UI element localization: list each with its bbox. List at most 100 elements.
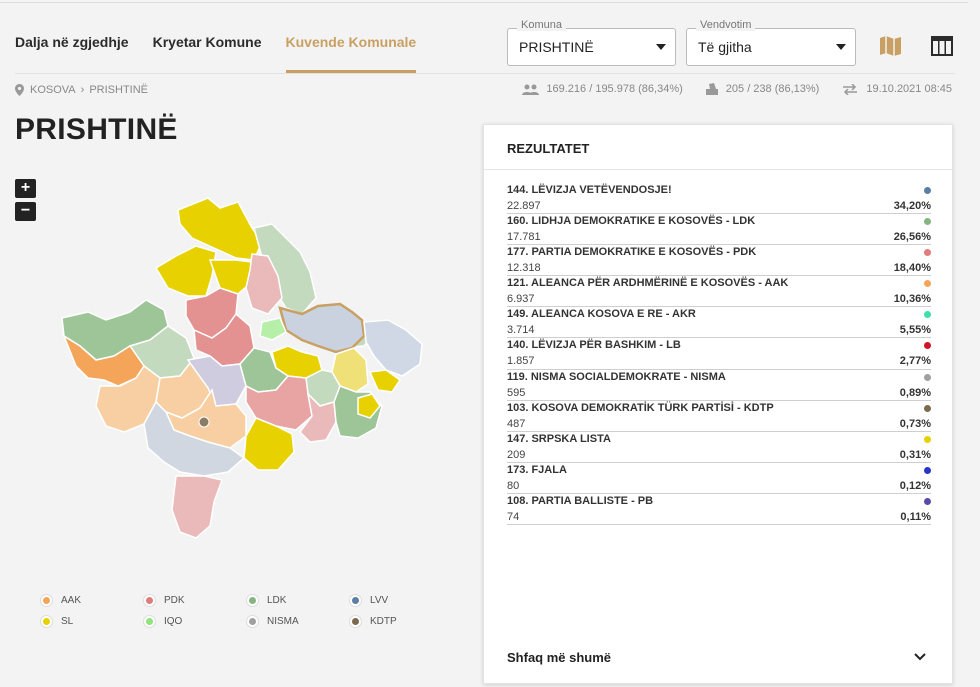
party-votes: 487	[507, 417, 526, 430]
tab-turnout[interactable]: Dalja në zgjedhje	[15, 24, 129, 73]
legend-color-dot	[247, 595, 258, 606]
breadcrumb-municipality: PRISHTINË	[89, 84, 149, 96]
tab-mayor[interactable]: Kryetar Komune	[153, 24, 262, 73]
map-region-lvv[interactable]	[363, 319, 423, 377]
map-view-icon[interactable]	[878, 33, 904, 59]
legend-item: SL	[40, 616, 143, 627]
map-region-sl[interactable]	[154, 245, 217, 297]
stations-stat: 205 / 238 (86,13%)	[705, 83, 819, 95]
vendvotim-select[interactable]: Të gjitha Vendvotim	[686, 19, 856, 66]
party-votes: 17.781	[507, 231, 541, 244]
party-percentage: 0,12%	[899, 479, 931, 492]
turnout-value: 169.216 / 195.978 (86,34%)	[546, 83, 683, 95]
party-name: 108. PARTIA BALLISTE - PB	[507, 494, 654, 507]
page-title: PRISHTINË	[15, 113, 178, 146]
legend-label: LVV	[370, 595, 389, 606]
zoom-in-button[interactable]: +	[15, 179, 36, 198]
show-more-button[interactable]: Shfaq më shumë	[507, 650, 611, 665]
breadcrumb: KOSOVA › PRISHTINË	[15, 84, 153, 96]
people-icon	[522, 84, 540, 95]
main-tabs: Dalja në zgjedhje Kryetar Komune Kuvende…	[15, 24, 440, 73]
legend-color-dot	[350, 595, 361, 606]
result-row[interactable]: 144. LËVIZJA VETËVENDOSJE! 22.897 34,20%	[507, 183, 931, 215]
result-row[interactable]: 140. LËVIZJA PËR BASHKIM - LB 1.857 2,77%	[507, 338, 931, 370]
chevron-right-icon: ›	[80, 84, 85, 96]
sync-arrows-icon	[843, 83, 858, 95]
legend-color-dot	[41, 595, 52, 606]
legend-label: IQO	[164, 616, 183, 627]
results-panel: REZULTATET 144. LËVIZJA VETËVENDOSJE! 22.…	[483, 124, 953, 684]
result-row[interactable]: 160. LIDHJA DEMOKRATIKE E KOSOVËS - LDK 1…	[507, 214, 931, 246]
party-color-dot	[924, 280, 931, 288]
result-row[interactable]: 119. NISMA SOCIALDEMOKRATE - NISMA 595 0,8…	[507, 370, 931, 401]
caret-down-icon	[836, 44, 846, 50]
zoom-out-button[interactable]: −	[15, 202, 36, 221]
legend-item: PDK	[143, 595, 246, 606]
komuna-select-box[interactable]: PRISHTINË	[507, 28, 676, 66]
legend-item: AAK	[40, 595, 143, 606]
party-votes: 3.714	[507, 324, 535, 337]
party-name: 160. LIDHJA DEMOKRATIKE E KOSOVËS - LDK	[507, 215, 756, 228]
party-name: 173. FJALA	[507, 463, 567, 476]
result-row[interactable]: 177. PARTIA DEMOKRATIKE E KOSOVËS - PDK 1…	[507, 245, 931, 277]
header-divider	[15, 73, 955, 74]
result-row[interactable]: 149. ALEANCA KOSOVA E RE - AKR 3.714 5,55%	[507, 307, 931, 339]
party-color-dot	[924, 249, 931, 257]
results-title: REZULTATET	[507, 141, 590, 156]
result-row[interactable]: 103. KOSOVA DEMOKRATİK TÜRK PARTİSİ - KD…	[507, 401, 931, 432]
results-divider	[484, 169, 952, 170]
legend-label: NISMA	[267, 616, 299, 627]
party-name: 177. PARTIA DEMOKRATIKE E KOSOVËS - PDK	[507, 246, 757, 259]
turnout-stat: 169.216 / 195.978 (86,34%)	[522, 83, 683, 95]
party-name: 149. ALEANCA KOSOVA E RE - AKR	[507, 308, 696, 321]
map-region-iqo[interactable]	[259, 317, 287, 341]
result-row[interactable]: 108. PARTIA BALLISTE - PB 74 0,11%	[507, 494, 931, 526]
legend-color-dot	[144, 595, 155, 606]
result-row[interactable]: 147. SRPSKA LISTA 209 0,31%	[507, 432, 931, 463]
komuna-select-value: PRISHTINË	[519, 39, 594, 55]
map-region-prishtine-selected[interactable]	[278, 302, 366, 354]
tab-assemblies[interactable]: Kuvende Komunale	[285, 24, 417, 73]
party-votes: 74	[507, 510, 520, 523]
party-votes: 1.857	[507, 355, 535, 368]
stats-bar: 169.216 / 195.978 (86,34%) 205 / 238 (86…	[500, 83, 952, 95]
party-color-dot	[924, 435, 931, 443]
legend-label: KDTP	[370, 616, 397, 627]
party-name: 119. NISMA SOCIALDEMOKRATE - NISMA	[507, 370, 726, 383]
map-region-kdtp[interactable]	[198, 416, 210, 428]
legend-label: PDK	[164, 595, 185, 606]
party-percentage: 0,11%	[900, 510, 931, 523]
party-percentage: 26,56%	[893, 231, 931, 244]
komuna-select[interactable]: PRISHTINË Komuna	[507, 19, 676, 66]
result-row[interactable]: 173. FJALA 80 0,12%	[507, 463, 931, 494]
legend-item: LVV	[349, 595, 440, 606]
party-percentage: 0,73%	[899, 417, 931, 430]
vendvotim-select-value: Të gjitha	[698, 39, 752, 55]
party-percentage: 10,36%	[893, 293, 931, 306]
party-percentage: 18,40%	[893, 262, 931, 275]
result-row[interactable]: 121. ALEANCA PËR ARDHMËRINË E KOSOVËS - …	[507, 276, 931, 308]
party-percentage: 2,77%	[899, 355, 931, 368]
legend-color-dot	[350, 616, 361, 627]
party-name: 103. KOSOVA DEMOKRATİK TÜRK PARTİSİ - KD…	[507, 401, 774, 414]
updated-value: 19.10.2021 08:45	[866, 83, 952, 95]
legend-item: NISMA	[246, 616, 349, 627]
party-percentage: 5,55%	[899, 324, 931, 337]
breadcrumb-country[interactable]: KOSOVA	[30, 84, 76, 96]
party-color-dot	[924, 187, 931, 194]
party-votes: 22.897	[507, 200, 541, 212]
legend-label: AAK	[61, 595, 82, 606]
legend-label: SL	[61, 616, 74, 627]
vendvotim-select-box[interactable]: Të gjitha	[686, 28, 856, 66]
map-legend: AAK PDK LDK LVV SL IQO NISMA KDTP	[40, 595, 440, 627]
party-color-dot	[924, 342, 931, 350]
legend-item: IQO	[143, 616, 246, 627]
location-pin-icon	[15, 84, 24, 96]
updated-stat: 19.10.2021 08:45	[841, 83, 952, 95]
map-region-pdk[interactable]	[171, 475, 223, 539]
kosovo-map[interactable]	[40, 180, 470, 560]
legend-color-dot	[41, 616, 52, 627]
table-view-icon[interactable]	[929, 33, 955, 59]
chevron-down-icon[interactable]	[914, 653, 926, 661]
party-name: 140. LËVIZJA PËR BASHKIM - LB	[507, 339, 681, 352]
